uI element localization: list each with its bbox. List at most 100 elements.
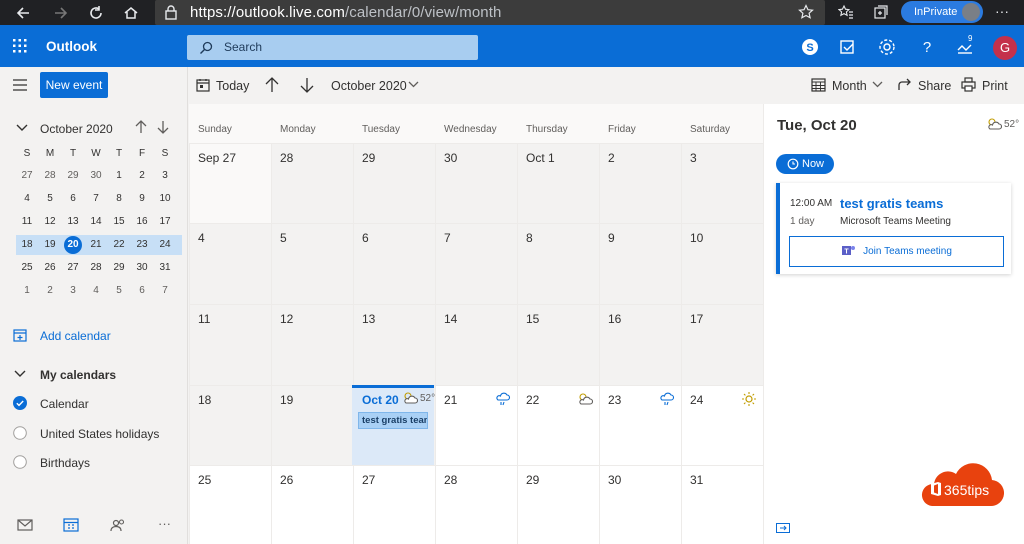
calendar-checked-icon[interactable] bbox=[13, 396, 27, 410]
current-month-dropdown[interactable]: October 2020 bbox=[331, 79, 407, 93]
mini-day[interactable]: 1 bbox=[16, 281, 38, 301]
mini-calendar-title[interactable]: October 2020 bbox=[40, 122, 113, 136]
collapse-my-calendars-icon[interactable] bbox=[14, 369, 26, 379]
mini-day[interactable]: 12 bbox=[39, 212, 61, 232]
mini-day[interactable]: 1 bbox=[108, 166, 130, 186]
mini-day[interactable]: 2 bbox=[39, 281, 61, 301]
view-dropdown-chevron-icon[interactable] bbox=[872, 81, 883, 89]
mini-day[interactable]: 2 bbox=[131, 166, 153, 186]
url-text: https://outlook.live.com/calendar/0/view… bbox=[190, 4, 502, 21]
mini-day[interactable]: 4 bbox=[85, 281, 107, 301]
mini-day[interactable]: 6 bbox=[62, 189, 84, 209]
mini-day[interactable]: 9 bbox=[131, 189, 153, 209]
mini-day[interactable]: 16 bbox=[131, 212, 153, 232]
collections-icon[interactable] bbox=[873, 4, 889, 20]
my-calendars-heading[interactable]: My calendars bbox=[40, 368, 116, 382]
month-view-icon[interactable] bbox=[811, 77, 826, 92]
new-event-button[interactable]: New event bbox=[40, 72, 108, 98]
mini-day[interactable]: 19 bbox=[39, 235, 61, 255]
people-icon[interactable] bbox=[110, 518, 126, 532]
calendar-item-birthdays[interactable]: Birthdays bbox=[40, 456, 90, 470]
mini-day[interactable]: 28 bbox=[39, 166, 61, 186]
mini-day[interactable]: 25 bbox=[16, 258, 38, 278]
us-holidays-unchecked-icon[interactable] bbox=[13, 426, 27, 440]
favorite-star-icon[interactable] bbox=[798, 4, 814, 20]
mini-day[interactable]: 22 bbox=[108, 235, 130, 255]
help-icon[interactable]: ? bbox=[917, 37, 937, 57]
refresh-icon[interactable] bbox=[86, 3, 106, 23]
now-button[interactable]: Now bbox=[776, 154, 834, 174]
skype-icon[interactable]: S bbox=[800, 37, 820, 57]
event-title[interactable]: test gratis teams bbox=[840, 196, 943, 211]
mini-next-month-arrow-icon[interactable] bbox=[157, 120, 169, 134]
mini-day[interactable]: 3 bbox=[154, 166, 176, 186]
calendar-item-calendar[interactable]: Calendar bbox=[40, 397, 89, 411]
share-icon[interactable] bbox=[897, 77, 912, 92]
mini-day[interactable]: 5 bbox=[39, 189, 61, 209]
app-launcher-icon[interactable] bbox=[13, 39, 27, 53]
mini-day[interactable]: 11 bbox=[16, 212, 38, 232]
mini-day[interactable]: 6 bbox=[131, 281, 153, 301]
mini-day[interactable]: 4 bbox=[16, 189, 38, 209]
mini-day[interactable]: 28 bbox=[85, 258, 107, 278]
mini-day[interactable]: 27 bbox=[16, 166, 38, 186]
print-icon[interactable] bbox=[961, 77, 976, 92]
mini-day[interactable]: 29 bbox=[108, 258, 130, 278]
mini-day[interactable]: 23 bbox=[131, 235, 153, 255]
hamburger-menu-icon[interactable] bbox=[13, 79, 27, 91]
svg-text:T: T bbox=[844, 249, 849, 256]
mini-day[interactable]: 30 bbox=[131, 258, 153, 278]
mini-day[interactable]: 31 bbox=[154, 258, 176, 278]
today-calendar-icon[interactable] bbox=[196, 78, 210, 92]
home-icon[interactable] bbox=[121, 3, 141, 23]
my-day-icon[interactable] bbox=[838, 37, 858, 57]
collapse-month-icon[interactable] bbox=[16, 123, 28, 133]
mini-day[interactable]: 27 bbox=[62, 258, 84, 278]
mini-day[interactable]: 14 bbox=[85, 212, 107, 232]
mini-day[interactable]: 24 bbox=[154, 235, 176, 255]
favorites-list-icon[interactable] bbox=[838, 4, 854, 20]
mini-day[interactable]: 10 bbox=[154, 189, 176, 209]
mini-day[interactable]: 8 bbox=[108, 189, 130, 209]
calendar-item-us-holidays[interactable]: United States holidays bbox=[40, 427, 159, 441]
back-arrow-icon[interactable] bbox=[14, 3, 34, 23]
more-apps-button[interactable]: ··· bbox=[158, 516, 171, 531]
join-teams-meeting-button[interactable]: Join Teams meeting bbox=[789, 236, 1004, 267]
mini-day[interactable]: 13 bbox=[62, 212, 84, 232]
share-button[interactable]: Share bbox=[918, 79, 951, 93]
mini-day[interactable]: 5 bbox=[108, 281, 130, 301]
app-title[interactable]: Outlook bbox=[46, 39, 97, 54]
previous-month-arrow-icon[interactable] bbox=[265, 77, 279, 93]
mini-day[interactable]: 18 bbox=[16, 235, 38, 255]
month-dropdown-chevron-icon[interactable] bbox=[408, 81, 419, 89]
event-chip-test-gratis-teams[interactable]: test gratis teams bbox=[358, 412, 428, 429]
mini-prev-month-arrow-icon[interactable] bbox=[135, 120, 147, 134]
mini-day[interactable]: 17 bbox=[154, 212, 176, 232]
mini-day[interactable]: 15 bbox=[108, 212, 130, 232]
forward-arrow-icon[interactable] bbox=[50, 3, 70, 23]
next-month-arrow-icon[interactable] bbox=[300, 77, 314, 93]
print-button[interactable]: Print bbox=[982, 79, 1008, 93]
mini-day[interactable]: 7 bbox=[85, 189, 107, 209]
mail-icon[interactable] bbox=[17, 518, 33, 532]
mini-day[interactable]: 29 bbox=[62, 166, 84, 186]
browser-menu-button[interactable]: ··· bbox=[995, 3, 1009, 19]
mini-day[interactable]: 7 bbox=[154, 281, 176, 301]
mini-day[interactable]: 3 bbox=[62, 281, 84, 301]
inprivate-button[interactable]: InPrivate bbox=[901, 1, 983, 23]
day-number: 29 bbox=[526, 473, 540, 487]
add-calendar-icon[interactable] bbox=[13, 328, 27, 342]
mini-day[interactable]: 26 bbox=[39, 258, 61, 278]
settings-gear-icon[interactable] bbox=[877, 37, 897, 57]
mini-day-today[interactable]: 20 bbox=[62, 235, 84, 255]
view-switcher-month[interactable]: Month bbox=[832, 79, 867, 93]
expand-pane-icon[interactable] bbox=[776, 523, 790, 533]
today-button[interactable]: Today bbox=[216, 79, 249, 93]
mini-day[interactable]: 21 bbox=[85, 235, 107, 255]
user-avatar[interactable]: G bbox=[993, 36, 1017, 60]
birthdays-unchecked-icon[interactable] bbox=[13, 455, 27, 469]
add-calendar-link[interactable]: Add calendar bbox=[40, 329, 111, 343]
mini-day[interactable]: 30 bbox=[85, 166, 107, 186]
inprivate-label: InPrivate bbox=[914, 6, 958, 18]
calendar-nav-icon[interactable] bbox=[63, 518, 79, 532]
